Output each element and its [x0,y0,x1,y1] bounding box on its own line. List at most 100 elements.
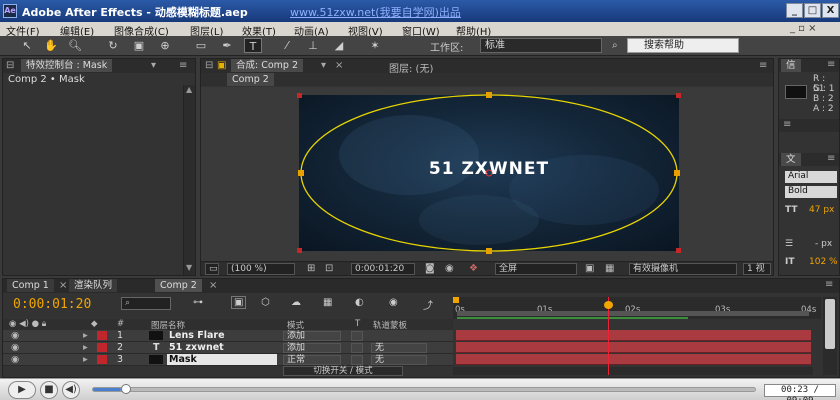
preserve-transparency-checkbox[interactable] [351,355,363,365]
font-size-value[interactable]: 47 px [809,205,834,215]
chevron-down-icon[interactable]: ▾ [151,60,156,71]
tab-comp-2[interactable]: Comp 2 [155,279,202,292]
time-ruler[interactable]: 0s 01s 02s 03s 04s [453,297,821,319]
layer-row[interactable]: ◉ ▸ 2 T 51 zxwnet 添加 无 [3,342,453,354]
tab-composition[interactable]: 合成: Comp 2 [231,59,304,72]
live-update-icon[interactable]: ▣ [231,296,247,309]
layer-name[interactable]: 51 zxwnet [169,342,224,353]
blend-mode-select[interactable]: 添加 [283,343,341,353]
label-color[interactable] [97,331,107,340]
text-tool-icon[interactable]: T [244,38,262,53]
rotate-tool-icon[interactable]: ↻ [104,38,122,53]
preserve-transparency-checkbox[interactable] [351,331,363,341]
mask-overlay[interactable] [291,87,687,261]
close-tab-icon[interactable]: × [209,280,217,291]
workspace-select[interactable]: 标准 [480,38,602,53]
pan-behind-tool-icon[interactable]: ⊕ [156,38,174,53]
timeline-timecode[interactable]: 0:00:01:20 [13,297,91,312]
grid-icon[interactable]: ⊞ [307,263,315,274]
stop-button[interactable]: ■ [40,381,58,399]
hide-shy-layers-icon[interactable]: ☁ [291,297,301,308]
transparency-grid-icon[interactable]: ▦ [605,263,614,274]
viewer-timecode[interactable]: 0:00:01:20 [351,263,415,275]
panel-options-icon[interactable]: ≡ [825,279,833,290]
frame-blending-icon[interactable]: ▦ [323,297,332,308]
tab-render-queue[interactable]: 渲染队列 [69,279,118,292]
vertical-scrollbar[interactable]: ▲ ▼ [183,85,195,275]
views-select[interactable]: 1 视 [743,263,771,275]
leading-value[interactable]: - px [815,239,832,249]
track-matte-select[interactable]: 无 [371,355,427,365]
volume-icon[interactable]: ◀) [62,381,80,399]
show-snapshot-icon[interactable]: ◉ [445,263,454,274]
hand-tool-icon[interactable]: ✋ [42,38,60,53]
close-button[interactable]: X [822,3,839,18]
play-button[interactable]: ▶ [8,381,36,399]
eraser-tool-icon[interactable]: ◢ [330,38,348,53]
close-tab-icon[interactable]: × [335,60,343,71]
timeline-zoom-slider[interactable] [453,367,813,375]
rectangle-mask-tool-icon[interactable]: ▭ [192,38,210,53]
layer-duration-bar[interactable] [456,330,811,341]
always-preview-icon[interactable]: ▭ [205,263,219,275]
channel-icon[interactable]: ❖ [469,263,478,274]
toggle-switches-modes-button[interactable]: 切换开关 / 模式 [283,366,403,376]
layer-duration-bar[interactable] [456,354,811,365]
eye-icon[interactable]: ◉ [11,354,19,365]
playhead[interactable] [604,297,613,375]
font-style-select[interactable]: Bold [785,186,837,198]
scroll-up-icon[interactable]: ▲ [186,85,192,94]
panel-options-icon[interactable]: ≡ [783,119,791,130]
chevron-down-icon[interactable]: ▾ [321,60,326,71]
motion-blur-icon[interactable]: ◐ [355,297,364,308]
expand-icon[interactable]: ▸ [83,342,88,353]
zoom-select[interactable]: (100 %) [227,263,295,275]
brush-tool-icon[interactable]: ⁄ [278,38,296,53]
work-area-start-handle[interactable] [453,297,459,303]
camera-tool-icon[interactable]: ▣ [130,38,148,53]
mask-visibility-icon[interactable]: ⊡ [325,263,333,274]
expand-icon[interactable]: ▸ [83,330,88,341]
menu-restore-controls[interactable]: _ ▫ × [790,23,817,34]
layer-row[interactable]: ◉ ▸ 3 Mask 正常 无 [3,354,453,366]
layer-name[interactable]: Lens Flare [169,330,225,341]
layer-duration-bar[interactable] [456,342,811,353]
resolution-select[interactable]: 全屏 [495,263,577,275]
region-of-interest-icon[interactable]: ▣ [585,263,594,274]
lock-icon[interactable]: ▣ [217,60,226,71]
tab-effect-controls[interactable]: 特效控制台 : Mask [21,59,113,72]
preserve-transparency-checkbox[interactable] [351,343,363,353]
timeline-scrollbar[interactable] [823,297,837,375]
panel-options-icon[interactable]: ≡ [827,153,835,164]
progress-track[interactable] [92,384,756,394]
work-area-bar[interactable] [457,311,809,316]
panel-options-icon[interactable]: ≡ [827,59,835,70]
progress-knob[interactable] [121,384,131,394]
layer-row[interactable]: ◉ ▸ 1 Lens Flare 添加 [3,330,453,342]
clone-stamp-tool-icon[interactable]: ⊥ [304,38,322,53]
puppet-tool-icon[interactable]: ✶ [366,38,384,53]
scroll-thumb[interactable] [825,299,835,349]
panel-options-icon[interactable]: ≡ [179,60,187,71]
expand-icon[interactable]: ▸ [83,354,88,365]
graph-editor-icon[interactable]: ⤴ [423,297,433,312]
blend-mode-select[interactable]: 添加 [283,331,341,341]
tab-character[interactable]: 文 [781,153,801,166]
blend-mode-select[interactable]: 正常 [283,355,341,365]
selection-tool-icon[interactable]: ↖ [18,38,36,53]
font-family-select[interactable]: Arial [785,171,837,183]
comp-mini-flowchart-icon[interactable]: ⊶ [193,297,203,308]
timeline-search-input[interactable]: ⌕ [121,297,171,310]
draft-3d-icon[interactable]: ⬡ [261,297,270,308]
label-color[interactable] [97,343,107,352]
eye-icon[interactable]: ◉ [11,342,19,353]
maximize-button[interactable]: □ [804,3,821,18]
pen-tool-icon[interactable]: ✒ [218,38,236,53]
comp-subtab[interactable]: Comp 2 [227,73,274,86]
snapshot-icon[interactable]: ◙ [425,263,435,274]
brainstorm-icon[interactable]: ◉ [389,297,398,308]
scroll-down-icon[interactable]: ▼ [186,263,192,272]
playhead-handle[interactable] [604,301,613,309]
panel-menu-icon[interactable]: ⊟ [205,60,213,71]
minimize-button[interactable]: _ [786,3,803,18]
